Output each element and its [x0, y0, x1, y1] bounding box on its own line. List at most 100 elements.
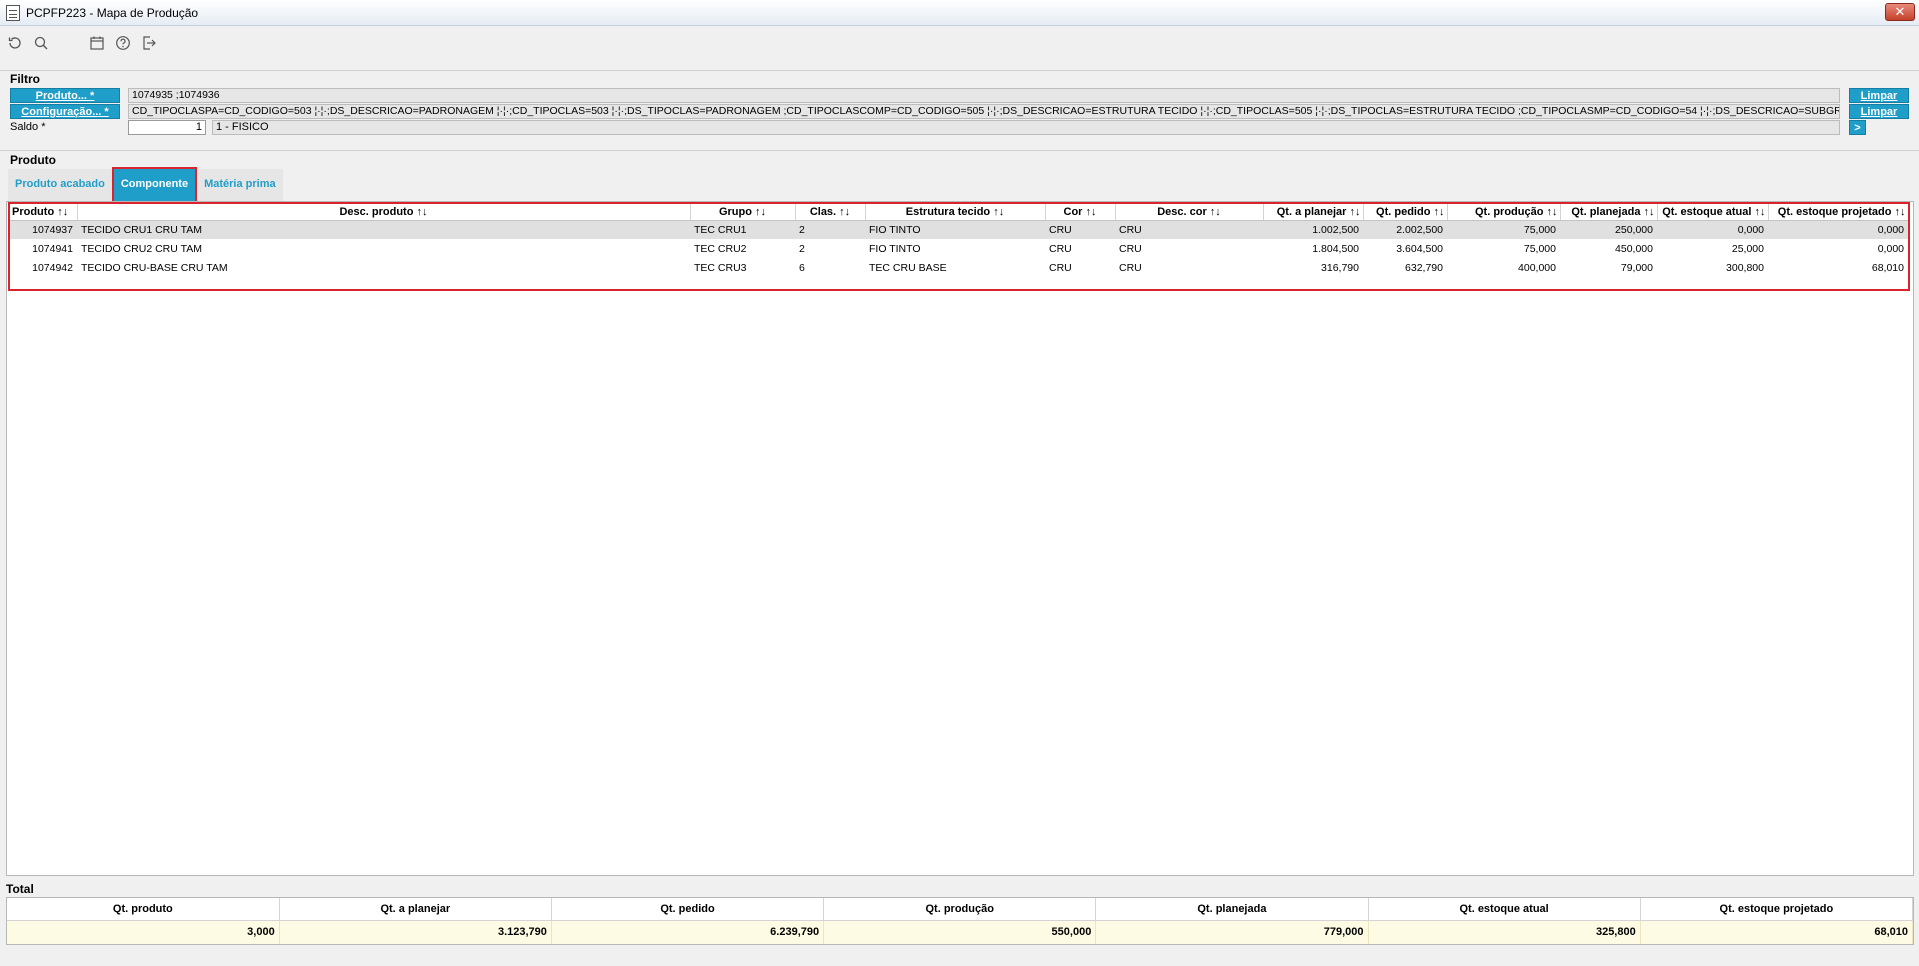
saldo-label: Saldo * [10, 121, 46, 133]
column-header-qt-estoque-atual[interactable]: Qt. estoque atual ↑↓ [1657, 204, 1769, 221]
calendar-icon[interactable] [88, 34, 106, 52]
cell-qt-planejada: 79,000 [1620, 261, 1653, 274]
cell-qt-pedido: 2.002,500 [1363, 220, 1447, 239]
total-header-qt-planejada: Qt. planejada [1095, 898, 1369, 921]
cell-produto: 1074942 [32, 261, 73, 274]
tab-produto-acabado[interactable]: Produto acabado [8, 169, 112, 201]
produto-filter-button[interactable]: Produto... * [10, 88, 120, 103]
total-header-qt-estoque-atual: Qt. estoque atual [1368, 898, 1641, 921]
total-panel: Qt. produto Qt. a planejar Qt. pedido Qt… [6, 897, 1914, 945]
produto-filter-field[interactable]: 1074935 ;1074936 [128, 88, 1840, 103]
column-header-produto[interactable]: Produto ↑↓ [10, 204, 78, 221]
cell-produto: 1074937 [10, 220, 77, 239]
tab-materia-prima[interactable]: Matéria prima [197, 169, 283, 201]
cell-qt-estoque-projetado: 0,000 [1877, 242, 1904, 255]
configuracao-filter-field[interactable]: CD_TIPOCLASPA=CD_CODIGO=503 ¦·¦·;DS_DESC… [128, 104, 1840, 119]
cell-desc-cor: CRU [1119, 261, 1142, 274]
column-header-clas[interactable]: Clas. ↑↓ [795, 204, 866, 221]
cell-qt-pedido: 3.604,500 [1396, 242, 1443, 255]
total-header-qt-a-planejar: Qt. a planejar [279, 898, 552, 921]
cell-qt-a-planejar: 316,790 [1321, 261, 1359, 274]
cell-clas: 6 [799, 261, 805, 274]
componente-grid: Produto ↑↓ Desc. produto ↑↓ Grupo ↑↓ Cla… [10, 204, 1909, 277]
total-value-qt-planejada: 779,000 [1095, 920, 1369, 944]
column-header-qt-pedido[interactable]: Qt. pedido ↑↓ [1363, 204, 1448, 221]
cell-clas: 2 [799, 242, 805, 255]
totals-table: Qt. produto Qt. a planejar Qt. pedido Qt… [7, 898, 1914, 944]
column-header-cor[interactable]: Cor ↑↓ [1045, 204, 1116, 221]
total-header-qt-estoque-projetado: Qt. estoque projetado [1640, 898, 1914, 921]
cell-desc-produto: TECIDO CRU-BASE CRU TAM [81, 261, 228, 274]
cell-desc-produto: TECIDO CRU1 CRU TAM [77, 220, 690, 239]
cell-qt-pedido: 632,790 [1405, 261, 1443, 274]
configuracao-filter-button[interactable]: Configuração... * [10, 104, 120, 119]
cell-produto: 1074941 [32, 242, 73, 255]
cell-qt-estoque-atual: 25,000 [1731, 242, 1764, 255]
column-header-desc-cor[interactable]: Desc. cor ↑↓ [1115, 204, 1264, 221]
saldo-input[interactable]: 1 [128, 120, 206, 135]
cell-estrutura-tecido: FIO TINTO [869, 242, 921, 255]
cell-cor: CRU [1049, 261, 1072, 274]
help-icon[interactable] [114, 34, 132, 52]
window-title: PCPFP223 - Mapa de Produção [26, 5, 199, 20]
column-header-estrutura-tecido[interactable]: Estrutura tecido ↑↓ [865, 204, 1046, 221]
total-value-qt-produto: 3,000 [7, 920, 280, 944]
divider [0, 70, 1919, 71]
tab-componente[interactable]: Componente [111, 167, 198, 203]
next-button[interactable]: > [1849, 120, 1866, 135]
cell-qt-estoque-projetado: 68,010 [1871, 261, 1904, 274]
divider [0, 150, 1919, 151]
close-button[interactable]: ✕ [1885, 3, 1915, 21]
document-icon [6, 4, 20, 21]
exit-icon[interactable] [140, 34, 158, 52]
refresh-icon[interactable] [6, 34, 24, 52]
filter-title: Filtro [10, 72, 40, 86]
title-bar: PCPFP223 - Mapa de Produção ✕ [0, 0, 1919, 26]
column-header-qt-a-planejar[interactable]: Qt. a planejar ↑↓ [1263, 204, 1364, 221]
search-icon[interactable] [32, 34, 50, 52]
total-value-qt-pedido: 6.239,790 [551, 920, 825, 944]
cell-qt-a-planejar: 1.804,500 [1312, 242, 1359, 255]
cell-grupo: TEC CRU1 [690, 220, 795, 239]
saldo-description: 1 - FISICO [212, 120, 1840, 135]
cell-qt-estoque-atual: 0,000 [1657, 220, 1768, 239]
total-header-qt-pedido: Qt. pedido [551, 898, 825, 921]
cell-desc-cor: CRU [1115, 220, 1263, 239]
cell-estrutura-tecido: FIO TINTO [865, 220, 1045, 239]
limpar-produto-button[interactable]: Limpar [1849, 88, 1909, 103]
produto-section-title: Produto [10, 153, 56, 167]
toolbar [0, 26, 1919, 60]
cell-estrutura-tecido: TEC CRU BASE [869, 261, 947, 274]
total-value-qt-estoque-projetado: 68,010 [1640, 920, 1914, 944]
cell-clas: 2 [795, 220, 865, 239]
total-value-qt-a-planejar: 3.123,790 [279, 920, 552, 944]
cell-qt-planejada: 450,000 [1615, 242, 1653, 255]
table-row[interactable]: 1074941 TECIDO CRU2 CRU TAM TEC CRU2 2 F… [10, 239, 1908, 258]
cell-qt-estoque-atual: 300,800 [1726, 261, 1764, 274]
cell-grupo: TEC CRU2 [694, 242, 747, 255]
column-header-qt-producao[interactable]: Qt. produção ↑↓ [1447, 204, 1561, 221]
grid-panel [6, 201, 1914, 876]
limpar-configuracao-button[interactable]: Limpar [1849, 104, 1909, 119]
grid-header-row: Produto ↑↓ Desc. produto ↑↓ Grupo ↑↓ Cla… [10, 204, 1909, 221]
column-header-grupo[interactable]: Grupo ↑↓ [690, 204, 796, 221]
column-header-desc-produto[interactable]: Desc. produto ↑↓ [77, 204, 691, 221]
total-title: Total [6, 882, 34, 896]
cell-desc-produto: TECIDO CRU2 CRU TAM [81, 242, 202, 255]
cell-cor: CRU [1049, 242, 1072, 255]
column-header-qt-estoque-projetado[interactable]: Qt. estoque projetado ↑↓ [1768, 204, 1909, 221]
cell-qt-producao: 400,000 [1518, 261, 1556, 274]
table-row[interactable]: 1074942 TECIDO CRU-BASE CRU TAM TEC CRU3… [10, 258, 1908, 277]
cell-qt-planejada: 250,000 [1560, 220, 1657, 239]
tab-bar: Produto acabado Componente Matéria prima [8, 167, 285, 203]
cell-grupo: TEC CRU3 [694, 261, 747, 274]
table-row[interactable]: 1074937 TECIDO CRU1 CRU TAM TEC CRU1 2 F… [10, 220, 1908, 239]
cell-desc-cor: CRU [1119, 242, 1142, 255]
cell-qt-estoque-projetado: 0,000 [1768, 220, 1908, 239]
cell-cor: CRU [1045, 220, 1115, 239]
total-value-qt-producao: 550,000 [823, 920, 1097, 944]
column-header-qt-planejada[interactable]: Qt. planejada ↑↓ [1560, 204, 1658, 221]
total-value-qt-estoque-atual: 325,800 [1368, 920, 1641, 944]
cell-qt-a-planejar: 1.002,500 [1263, 220, 1363, 239]
cell-qt-producao: 75,000 [1523, 242, 1556, 255]
